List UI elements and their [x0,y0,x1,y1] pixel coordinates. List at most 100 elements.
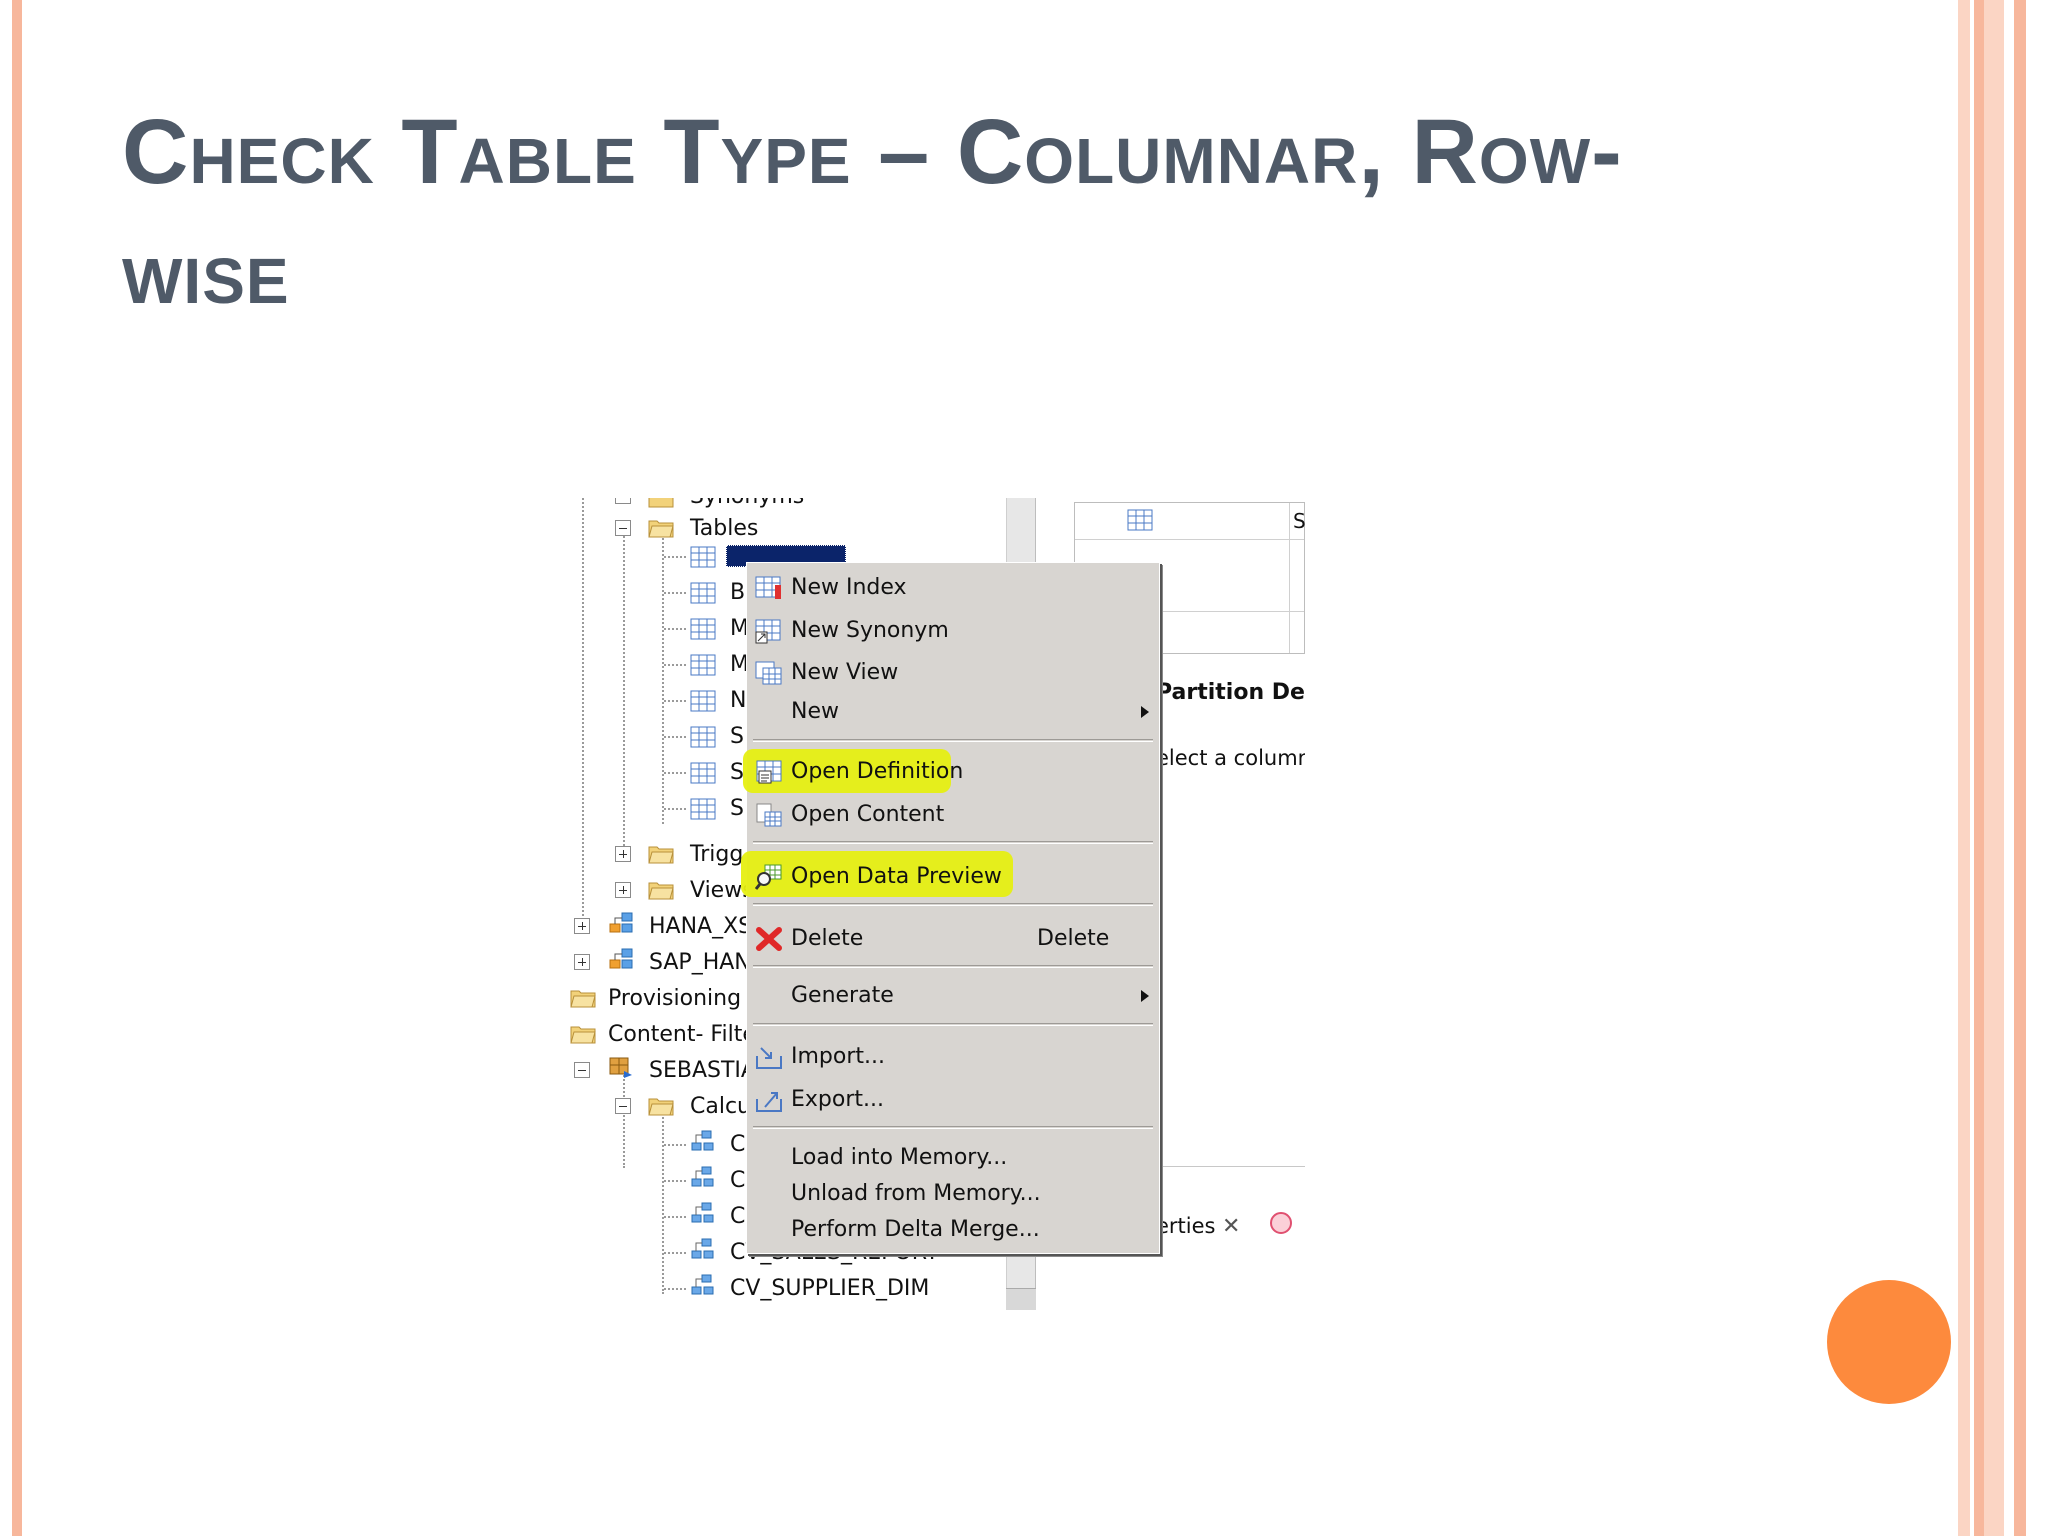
menu-item-perform-delta-merge[interactable]: Perform Delta Merge... [747,1213,1159,1247]
calculation-view-icon [690,1130,716,1152]
tree-item-hana-xs[interactable]: HANA_XS [649,914,752,939]
menu-separator [753,903,1153,906]
menu-separator [753,739,1153,742]
tree-item-table[interactable]: S [730,724,744,749]
folder-open-icon [648,1094,674,1116]
table-icon [690,546,716,568]
collapse-toggle[interactable] [574,1062,590,1078]
error-log-icon[interactable] [1270,1212,1292,1234]
tree-connector [664,736,686,738]
menu-item-new-index[interactable]: New Index [747,571,1159,605]
tree-connector [664,1252,686,1254]
folder-open-icon [648,516,674,538]
tree-item-provisioning[interactable]: Provisioning [608,986,741,1011]
tree-item-calc-view[interactable]: C [730,1204,745,1229]
expand-toggle[interactable] [615,882,631,898]
table-icon [690,798,716,820]
grid-divider [1289,503,1290,653]
menu-item-open-definition[interactable]: Open Definition [747,755,1159,789]
collapse-toggle[interactable] [615,520,631,536]
right-border-stripe-edge [2014,0,2026,1536]
properties-tab[interactable]: erties [1156,1214,1215,1238]
menu-item-unload-from-memory[interactable]: Unload from Memory... [747,1177,1159,1211]
menu-item-label: Perform Delta Merge... [791,1217,1040,1242]
expand-toggle[interactable] [574,918,590,934]
table-icon [690,654,716,676]
tree-guide [623,528,625,858]
menu-item-import[interactable]: Import... [747,1040,1159,1074]
tree-guide [582,498,584,928]
menu-item-delete[interactable]: Delete Delete [747,922,1159,956]
submenu-arrow-icon [1141,706,1149,718]
menu-separator [753,841,1153,844]
new-synonym-icon [755,618,783,644]
table-icon [690,762,716,784]
left-border-stripe [12,0,22,1536]
menu-item-label: Open Content [791,802,945,827]
menu-separator [753,1023,1153,1026]
tree-connector [664,1180,686,1182]
tree-item-calc-view[interactable]: C [730,1132,745,1157]
tree-item-synonyms[interactable]: Synonyms [690,498,804,509]
menu-item-open-content[interactable]: Open Content [747,798,1159,832]
tree-item-sap-hana[interactable]: SAP_HAN [649,950,751,975]
menu-item-label: Load into Memory... [791,1145,1008,1170]
tree-item-sebastian[interactable]: SEBASTIA [649,1058,756,1083]
tree-guide [623,1068,625,1168]
menu-item-label: New View [791,660,899,685]
tree-connector [664,628,686,630]
tree-connector [664,1144,686,1146]
tree-connector [664,1216,686,1218]
select-column-hint: elect a column s [1156,746,1305,770]
folder-icon [648,498,674,508]
tree-item-table[interactable]: S [730,760,744,785]
folder-open-icon [570,1022,596,1044]
expand-toggle[interactable] [615,846,631,862]
calculation-view-icon [690,1238,716,1260]
folder-icon [648,878,674,900]
import-icon [755,1044,783,1070]
tree-connector [664,808,686,810]
tree-connector [664,772,686,774]
tree-item-tables[interactable]: Tables [690,516,758,541]
menu-item-open-data-preview[interactable]: Open Data Preview [747,860,1159,894]
menu-item-label: New [791,699,839,724]
scroll-down-arrow[interactable] [1006,1288,1036,1310]
collapse-toggle[interactable] [615,1098,631,1114]
new-index-icon [755,575,783,601]
menu-item-load-into-memory[interactable]: Load into Memory... [747,1141,1159,1175]
right-border-stripe-mid [1974,0,1984,1536]
right-border-stripe-light [1958,0,1970,1536]
expand-toggle[interactable] [574,954,590,970]
calculation-view-icon [690,1166,716,1188]
tree-connector [664,1288,686,1290]
tree-item-table[interactable]: B [730,580,745,605]
menu-item-new[interactable]: New [747,695,1159,729]
tree-guide [662,1110,664,1294]
slide-title: Check Table Type – Columnar, Row-wise [122,101,1623,323]
menu-item-new-synonym[interactable]: New Synonym [747,614,1159,648]
schema-package-icon [608,1056,634,1078]
close-tab-icon[interactable]: ✕ [1222,1214,1240,1239]
collapse-toggle[interactable] [615,498,631,504]
menu-separator [753,1126,1153,1129]
tree-item-triggers[interactable]: Trigg [690,842,743,867]
menu-item-export[interactable]: Export... [747,1083,1159,1117]
menu-item-label: Generate [791,983,894,1008]
tree-item-content-filter[interactable]: Content- Filte [608,1022,756,1047]
menu-item-label: New Index [791,575,907,600]
tree-item-calculation-views[interactable]: Calcu [690,1094,751,1119]
menu-item-generate[interactable]: Generate [747,979,1159,1013]
tree-guide [662,534,664,824]
tree-item-table[interactable]: S [730,796,744,821]
menu-item-new-view[interactable]: New View [747,656,1159,690]
menu-item-label: Unload from Memory... [791,1181,1041,1206]
calculation-view-icon [690,1274,716,1296]
menu-item-label: Export... [791,1087,884,1112]
partition-details-title: Partition Det [1156,680,1305,705]
tree-item-calc-view[interactable]: C [730,1168,745,1193]
tree-item-table[interactable]: N [730,688,746,713]
delete-icon [755,926,783,952]
new-view-icon [755,660,783,686]
tree-item-calc-view[interactable]: CV_SUPPLIER_DIM [730,1276,929,1301]
